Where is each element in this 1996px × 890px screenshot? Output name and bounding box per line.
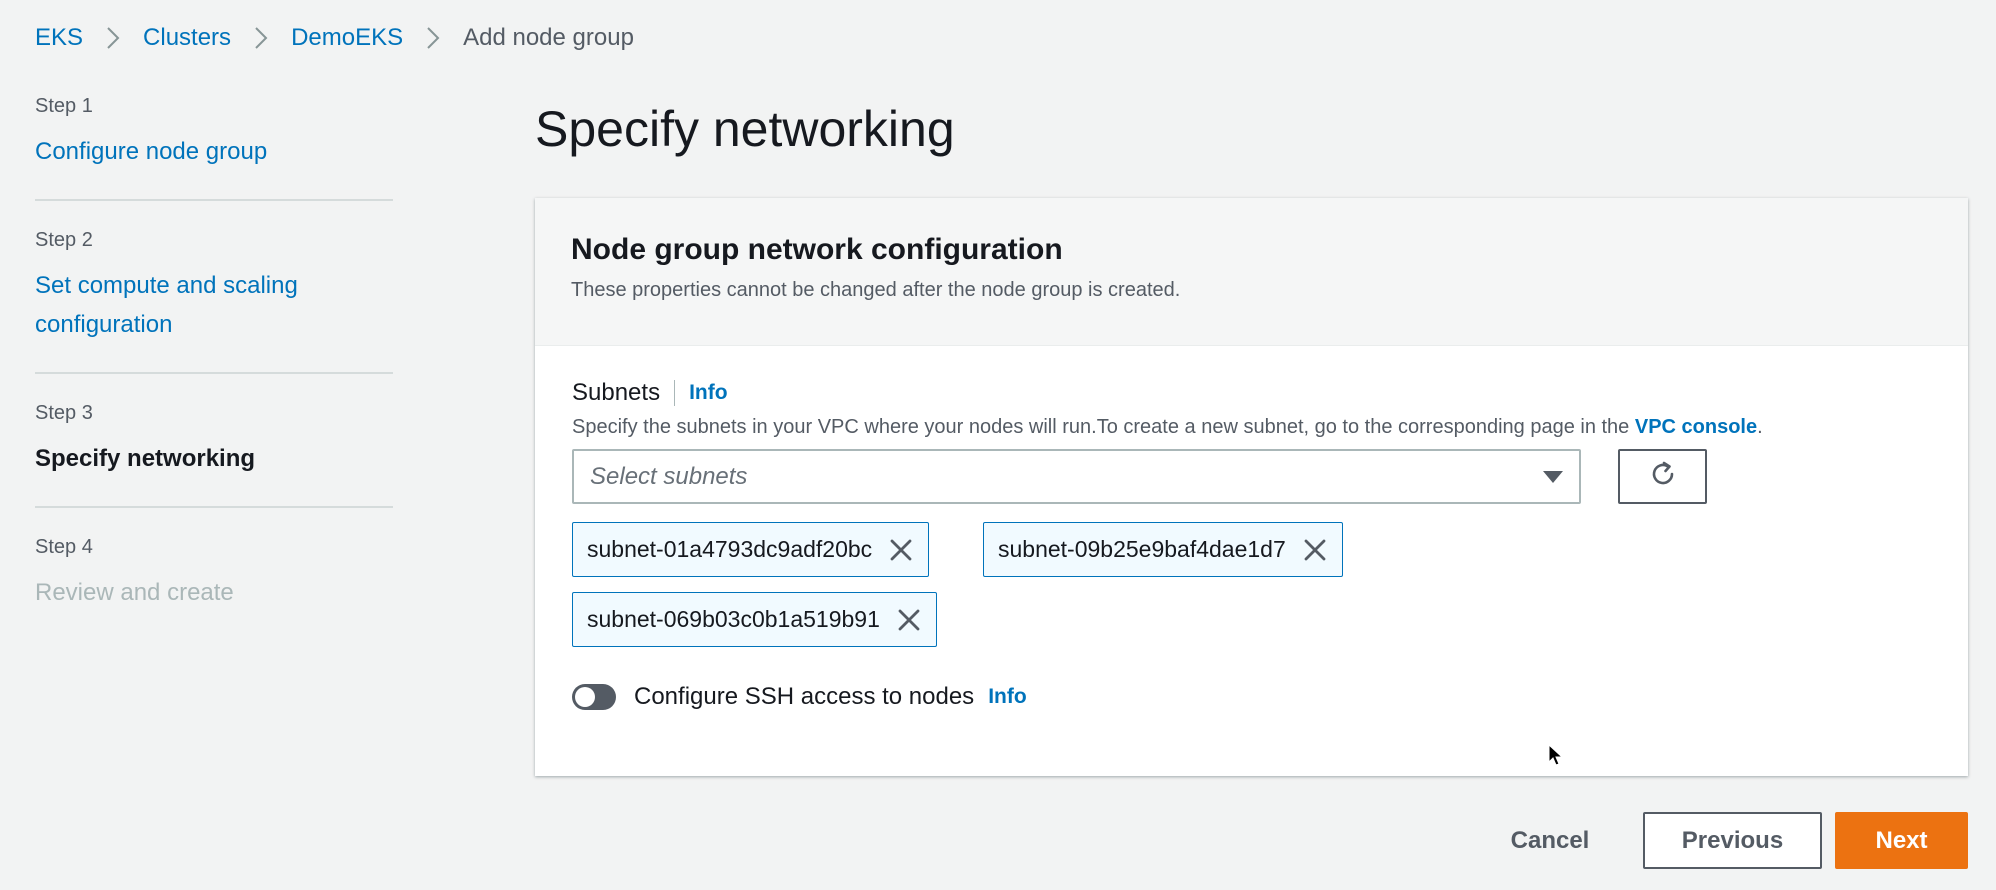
cancel-button[interactable]: Cancel	[1490, 812, 1610, 869]
step-number: Step 4	[35, 536, 93, 558]
subnets-description-end: .	[1757, 416, 1763, 438]
breadcrumb-clusters[interactable]: Clusters	[143, 24, 231, 52]
panel-title: Node group network configuration	[571, 233, 1063, 266]
step-review-and-create: Review and create	[35, 579, 234, 606]
ssh-access-label: Configure SSH access to nodes	[634, 683, 975, 710]
subnets-label-row: Subnets Info	[572, 379, 728, 407]
step-link-compute-scaling[interactable]: Set compute and scaling configuration	[35, 266, 335, 344]
subnets-select-placeholder: Select subnets	[590, 462, 748, 490]
subnet-token: subnet-069b03c0b1a519b91	[572, 592, 937, 647]
vpc-console-link[interactable]: VPC console	[1635, 416, 1757, 438]
ssh-access-row: Configure SSH access to nodes Info	[572, 683, 1027, 711]
subnet-token-label: subnet-069b03c0b1a519b91	[587, 606, 880, 632]
step-number: Step 1	[35, 95, 93, 117]
breadcrumb-demoeks[interactable]: DemoEKS	[291, 24, 403, 52]
ssh-access-toggle[interactable]	[572, 684, 616, 710]
step-1: Step 1 Configure node group	[35, 95, 393, 201]
wizard-steps: Step 1 Configure node group Step 2 Set c…	[35, 95, 393, 668]
chevron-right-icon	[95, 24, 131, 52]
subnets-description: Specify the subnets in your VPC where yo…	[572, 416, 1763, 439]
step-number: Step 2	[35, 229, 93, 251]
step-3: Step 3 Specify networking	[35, 402, 393, 508]
previous-button[interactable]: Previous	[1643, 812, 1822, 869]
subnets-label: Subnets	[572, 379, 661, 406]
refresh-icon	[1648, 459, 1678, 494]
ssh-info-link[interactable]: Info	[988, 685, 1026, 709]
close-icon[interactable]	[896, 607, 922, 633]
caret-down-icon	[1543, 470, 1563, 483]
subnet-token-label: subnet-09b25e9baf4dae1d7	[998, 536, 1286, 562]
panel-description: These properties cannot be changed after…	[571, 279, 1181, 301]
subnet-token: subnet-01a4793dc9adf20bc	[572, 522, 930, 577]
close-icon[interactable]	[888, 537, 914, 563]
mouse-cursor-icon	[1548, 743, 1564, 773]
step-4: Step 4 Review and create	[35, 536, 393, 640]
network-config-panel: Node group network configuration These p…	[535, 198, 1968, 776]
step-2: Step 2 Set compute and scaling configura…	[35, 229, 393, 374]
next-button[interactable]: Next	[1835, 812, 1968, 869]
chevron-right-icon	[415, 24, 451, 52]
subnet-token-label: subnet-01a4793dc9adf20bc	[587, 536, 873, 562]
panel-header: Node group network configuration These p…	[535, 198, 1968, 346]
step-current-specify-networking: Specify networking	[35, 445, 256, 472]
breadcrumb-eks[interactable]: EKS	[35, 24, 83, 52]
step-link-configure-node-group[interactable]: Configure node group	[35, 132, 393, 171]
subnet-token: subnet-09b25e9baf4dae1d7	[983, 522, 1343, 577]
subnets-description-text: Specify the subnets in your VPC where yo…	[572, 416, 1630, 438]
chevron-right-icon	[243, 24, 279, 52]
refresh-button[interactable]	[1618, 449, 1707, 504]
page-title: Specify networking	[535, 101, 955, 157]
breadcrumb-current: Add node group	[463, 24, 634, 51]
step-number: Step 3	[35, 402, 93, 424]
close-icon[interactable]	[1302, 537, 1328, 563]
subnets-select[interactable]: Select subnets	[572, 449, 1581, 504]
subnets-info-link[interactable]: Info	[689, 381, 727, 405]
label-divider	[674, 380, 676, 406]
breadcrumb: EKS Clusters DemoEKS Add node group	[35, 24, 634, 52]
